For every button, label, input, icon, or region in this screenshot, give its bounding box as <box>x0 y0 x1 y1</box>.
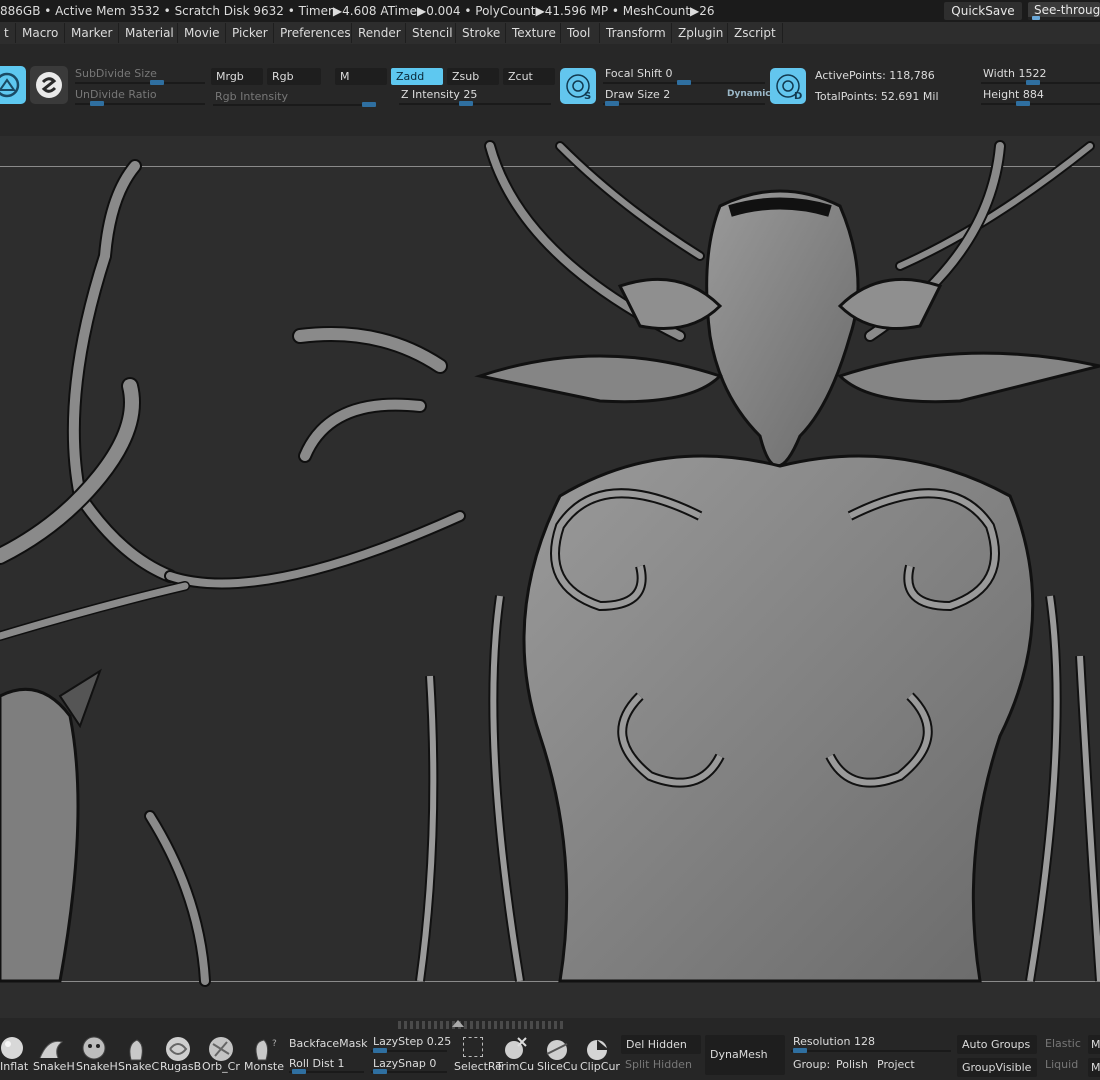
lazystep-knob[interactable] <box>373 1048 387 1053</box>
roll-dist-knob[interactable] <box>292 1069 306 1074</box>
smooth-brush-icon[interactable] <box>30 66 68 104</box>
elastic-button[interactable]: Elastic <box>1045 1037 1081 1051</box>
z-intensity-track <box>399 103 551 105</box>
draw-size-knob[interactable] <box>605 101 619 106</box>
focal-shift-label: Focal Shift 0 <box>605 67 673 80</box>
m-button[interactable]: M <box>335 68 387 85</box>
del-hidden-button[interactable]: Del Hidden <box>621 1035 701 1054</box>
draw-size-link-icon[interactable]: S <box>560 68 596 104</box>
polish-toggle[interactable]: Polish <box>836 1058 868 1072</box>
menu-item-picker[interactable]: Picker <box>225 23 274 43</box>
menu-item-render[interactable]: Render <box>351 23 407 43</box>
menu-item-texture[interactable]: Texture <box>505 23 562 43</box>
mrgb-button[interactable]: Mrgb <box>211 68 263 85</box>
status-text: 886GB • Active Mem 3532 • Scratch Disk 9… <box>0 4 715 18</box>
menu-item-alpha[interactable]: t <box>0 23 15 43</box>
quicksave-button[interactable]: QuickSave <box>944 2 1022 20</box>
width-track <box>981 82 1100 84</box>
z-intensity-label: Z Intensity 25 <box>401 88 478 101</box>
z-intensity-knob[interactable] <box>459 101 473 106</box>
dynamic-toggle[interactable]: Dynamic <box>727 89 771 99</box>
sculpt-model[interactable] <box>0 136 1100 1018</box>
width-label: Width 1522 <box>983 67 1047 80</box>
m-shelf-button-2[interactable]: M <box>1088 1058 1100 1077</box>
menu-item-stroke[interactable]: Stroke <box>455 23 506 43</box>
svg-text:D: D <box>794 91 802 102</box>
see-through-knob[interactable] <box>1032 16 1040 20</box>
menu-item-material[interactable]: Material <box>118 23 180 43</box>
undivide-ratio-label: UnDivide Ratio <box>75 88 157 101</box>
shelf-expand-icon[interactable] <box>452 1020 464 1027</box>
backface-mask-toggle[interactable]: BackfaceMask <box>289 1037 367 1051</box>
rgb-intensity-track <box>213 104 376 106</box>
liquid-button[interactable]: Liquid <box>1045 1058 1078 1072</box>
menu-item-transform[interactable]: Transform <box>599 23 672 43</box>
project-toggle[interactable]: Project <box>877 1058 915 1072</box>
brush-label-snakehook-1: SnakeH <box>33 1060 75 1073</box>
menu-item-marker[interactable]: Marker <box>64 23 118 43</box>
height-label: Height 884 <box>983 88 1044 101</box>
select-rect-icon[interactable] <box>463 1037 483 1057</box>
resolution-knob[interactable] <box>793 1048 807 1053</box>
brush-label-inflate: Inflat <box>0 1060 29 1073</box>
auto-groups-button[interactable]: Auto Groups <box>957 1035 1037 1054</box>
menu-item-zplugin[interactable]: Zplugin <box>671 23 729 43</box>
subdivide-size-track <box>75 82 205 84</box>
draw-size-label: Draw Size 2 <box>605 88 671 101</box>
trim-curve-label: TrimCu <box>496 1060 535 1073</box>
lazystep-label: LazyStep 0.25 <box>373 1035 452 1048</box>
menu-item-macro[interactable]: Macro <box>15 23 64 43</box>
focal-shift-knob[interactable] <box>677 80 691 85</box>
brush-label-rugas: RugasB <box>160 1060 202 1073</box>
menu-item-preferences[interactable]: Preferences <box>273 23 357 43</box>
brush-label-orb-cracks: Orb_Cr <box>202 1060 240 1073</box>
dynamic-draw-icon[interactable]: D <box>770 68 806 104</box>
total-points-readout: TotalPoints: 52.691 Mil <box>815 90 939 103</box>
menu-item-movie[interactable]: Movie <box>177 23 226 43</box>
dynamesh-button[interactable]: DynaMesh <box>705 1035 785 1075</box>
zcut-button[interactable]: Zcut <box>503 68 555 85</box>
height-knob[interactable] <box>1016 101 1030 106</box>
rgb-button[interactable]: Rgb <box>267 68 321 85</box>
active-points-readout: ActivePoints: 118,786 <box>815 69 935 82</box>
sphere-brush-icon[interactable] <box>0 66 26 104</box>
subdivide-size-label: SubDivide Size <box>75 67 157 80</box>
draw-size-track <box>603 103 765 105</box>
menu-item-stencil[interactable]: Stencil <box>405 23 459 43</box>
group-visible-button[interactable]: GroupVisible <box>957 1058 1037 1077</box>
svg-text:S: S <box>584 91 591 102</box>
menu-item-zscript[interactable]: Zscript <box>727 23 783 43</box>
select-rect-label: SelectRe <box>454 1060 502 1073</box>
canvas-viewport[interactable] <box>0 136 1100 1018</box>
shelf-splitter-handle[interactable] <box>398 1021 566 1029</box>
rgb-intensity-label: Rgb Intensity <box>215 90 288 103</box>
height-track <box>981 103 1100 105</box>
brush-label-snakecurve: SnakeC <box>118 1060 160 1073</box>
split-hidden-button[interactable]: Split Hidden <box>625 1058 692 1072</box>
group-label: Group: <box>793 1058 831 1071</box>
svg-text:?: ? <box>272 1039 277 1049</box>
slice-curve-label: SliceCu <box>537 1060 578 1073</box>
resolution-track <box>791 1050 951 1052</box>
undivide-ratio-knob[interactable] <box>90 101 104 106</box>
clip-curve-label: ClipCur <box>580 1060 620 1073</box>
see-through-label: See-through <box>1034 3 1100 17</box>
zsub-button[interactable]: Zsub <box>447 68 499 85</box>
brush-label-monster: Monste <box>244 1060 285 1073</box>
menu-item-tool[interactable]: Tool <box>560 23 596 43</box>
m-shelf-button-1[interactable]: M <box>1088 1035 1100 1054</box>
lazysnap-knob[interactable] <box>373 1069 387 1074</box>
rgb-intensity-knob[interactable] <box>362 102 376 107</box>
see-through-slider[interactable]: See-through <box>1028 2 1100 20</box>
width-knob[interactable] <box>1026 80 1040 85</box>
brush-label-snakehook-2: SnakeH <box>76 1060 118 1073</box>
subdivide-size-knob[interactable] <box>150 80 164 85</box>
resolution-label: Resolution 128 <box>793 1035 875 1048</box>
zadd-button[interactable]: Zadd <box>391 68 443 85</box>
